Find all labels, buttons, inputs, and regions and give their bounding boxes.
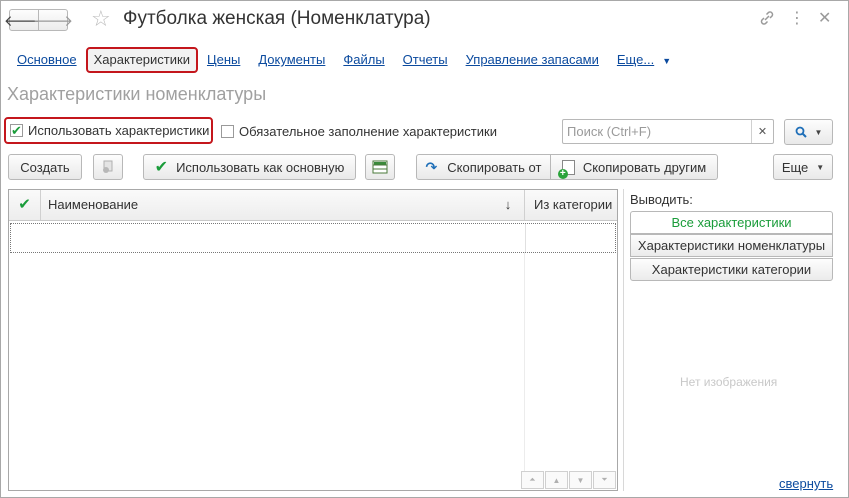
tab-documents[interactable]: Документы <box>249 49 334 71</box>
filter-all-characteristics[interactable]: Все характеристики <box>630 211 833 234</box>
add-document-icon <box>557 159 575 179</box>
table-row[interactable] <box>10 223 616 253</box>
table-settings-button[interactable] <box>365 154 395 180</box>
section-title: Характеристики номенклатуры <box>7 84 267 104</box>
filter-item-characteristics[interactable]: Характеристики номенклатуры <box>630 234 833 257</box>
curved-arrow-icon: ↷ <box>425 158 438 175</box>
filter-category-characteristics[interactable]: Характеристики категории <box>630 258 833 281</box>
chevron-down-icon: ▼ <box>814 127 823 137</box>
copy-from-label: Скопировать от <box>447 159 542 175</box>
use-as-main-label: Использовать как основную <box>176 159 345 175</box>
mandatory-fill-label: Обязательное заполнение характеристики <box>239 124 497 139</box>
tab-prices[interactable]: Цены <box>198 49 249 71</box>
favorite-star-icon[interactable]: ☆ <box>91 7 111 31</box>
use-as-main-button[interactable]: ✔ Использовать как основную <box>143 154 356 180</box>
use-characteristics-checkbox[interactable]: ✔ <box>10 123 23 138</box>
tab-files[interactable]: Файлы <box>334 49 393 71</box>
search-box: ✕ <box>562 119 774 144</box>
scroll-down-icon[interactable]: ▼ <box>569 471 592 489</box>
chevron-down-icon: ▼ <box>662 55 672 66</box>
checkmark-icon: ✔ <box>154 159 169 176</box>
forward-button[interactable]: 🡒 <box>33 9 73 31</box>
create-button[interactable]: Создать <box>8 154 82 180</box>
scroll-controls: ⏶ ▲ ▼ ⏷ <box>520 471 616 489</box>
search-input[interactable] <box>563 120 751 143</box>
search-button[interactable]: ▼ <box>784 119 833 145</box>
mandatory-fill-checkbox[interactable] <box>221 125 234 138</box>
checkmark-icon[interactable]: ✔ <box>9 190 41 220</box>
copy-to-others-button[interactable]: Скопировать другим <box>550 154 718 180</box>
search-icon <box>795 126 807 138</box>
tab-bar: Основное Характеристики Цены Документы Ф… <box>8 47 680 73</box>
no-image-placeholder: Нет изображения <box>680 375 778 389</box>
clear-search-icon[interactable]: ✕ <box>751 120 773 143</box>
tab-more[interactable]: Еще... ▼ <box>608 49 680 72</box>
cell-separator <box>525 224 526 252</box>
tab-reports[interactable]: Отчеты <box>394 49 457 71</box>
collapse-link[interactable]: свернуть <box>779 476 833 491</box>
tab-main[interactable]: Основное <box>8 49 86 71</box>
more-actions-label: Еще <box>781 159 809 175</box>
characteristics-table[interactable]: ✔ Наименование ↓ Из категории ⏶ ▲ ▼ ⏷ <box>8 189 618 491</box>
copy-item-icon <box>103 160 113 173</box>
filter-label: Выводить: <box>630 192 693 207</box>
link-icon[interactable] <box>758 9 776 33</box>
sort-arrow-icon[interactable]: ↓ <box>499 190 517 220</box>
more-actions-button[interactable]: Еще ▼ <box>773 154 833 180</box>
column-divider <box>524 252 525 472</box>
use-characteristics-option[interactable]: ✔ Использовать характеристики <box>4 117 213 144</box>
scroll-top-icon[interactable]: ⏶ <box>521 471 544 489</box>
tab-inventory[interactable]: Управление запасами <box>457 49 608 71</box>
table-icon <box>372 160 388 174</box>
copy-from-button[interactable]: ↷ Скопировать от <box>416 154 551 180</box>
table-header: ✔ Наименование ↓ Из категории <box>9 190 617 221</box>
arrow-right-icon: 🡒 <box>32 12 74 30</box>
tab-more-label: Еще... <box>616 51 655 67</box>
scroll-up-icon[interactable]: ▲ <box>545 471 568 489</box>
window-title: Футболка женская (Номенклатура) <box>123 8 431 29</box>
close-icon[interactable]: ✕ <box>818 9 831 29</box>
copy-item-button[interactable] <box>93 154 123 180</box>
tab-characteristics[interactable]: Характеристики <box>85 47 198 73</box>
use-characteristics-label: Использовать характеристики <box>28 123 210 138</box>
column-header-name[interactable]: Наименование <box>48 190 518 220</box>
chevron-down-icon: ▼ <box>816 162 825 172</box>
panel-divider[interactable] <box>623 189 624 491</box>
scroll-bottom-icon[interactable]: ⏷ <box>593 471 616 489</box>
copy-to-label: Скопировать другим <box>582 159 707 175</box>
more-vertical-icon[interactable]: ⋮ <box>789 9 805 29</box>
mandatory-fill-option[interactable]: Обязательное заполнение характеристики <box>221 124 497 139</box>
column-header-from-category[interactable]: Из категории <box>524 190 617 220</box>
